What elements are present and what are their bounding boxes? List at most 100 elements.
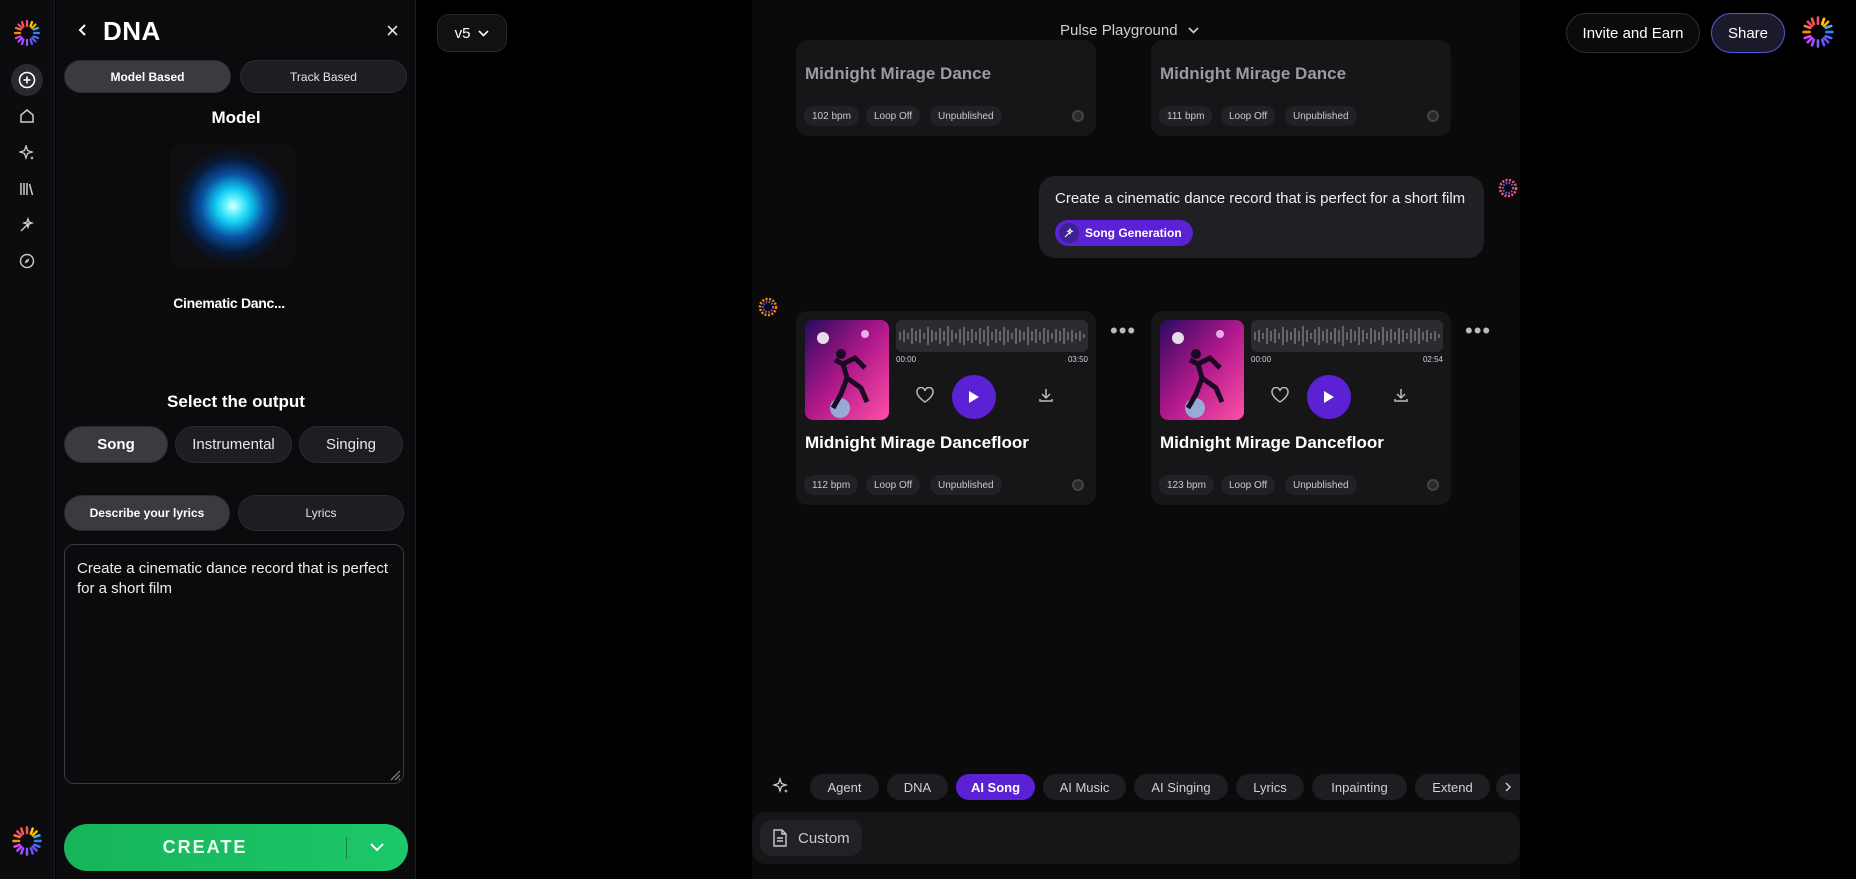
back-chevron-icon[interactable] bbox=[73, 20, 93, 40]
rail-magic-icon[interactable] bbox=[14, 212, 40, 238]
rail-create-icon[interactable] bbox=[11, 64, 43, 96]
tab-inpainting[interactable]: Inpainting bbox=[1312, 774, 1407, 800]
track-name: Midnight Mirage Dancefloor bbox=[805, 433, 1029, 452]
select-radio[interactable] bbox=[1427, 110, 1439, 122]
model-name: Cinematic Danc... bbox=[173, 295, 285, 311]
waveform[interactable] bbox=[896, 320, 1088, 352]
heart-icon[interactable] bbox=[916, 386, 934, 408]
mode-tabs-bar: Agent DNA AI Song AI Music AI Singing Ly… bbox=[752, 766, 1520, 806]
tab-model-based[interactable]: Model Based bbox=[64, 60, 231, 93]
create-options-chevron-icon[interactable] bbox=[347, 843, 407, 852]
select-radio[interactable] bbox=[1427, 479, 1439, 491]
chip-label: Song Generation bbox=[1085, 226, 1182, 240]
track-card[interactable]: Midnight Mirage Dance 102 bpm Loop Off U… bbox=[796, 40, 1096, 136]
model-heading: Model bbox=[211, 108, 261, 127]
waveform[interactable] bbox=[1251, 320, 1443, 352]
output-singing[interactable]: Singing bbox=[299, 426, 403, 463]
more-options-icon[interactable]: ••• bbox=[1110, 318, 1136, 344]
invite-and-earn-button[interactable]: Invite and Earn bbox=[1566, 13, 1700, 53]
more-options-icon[interactable]: ••• bbox=[1465, 318, 1491, 344]
model-thumbnail[interactable] bbox=[170, 143, 296, 269]
status-badge: Unpublished bbox=[1285, 475, 1357, 495]
rail-sparkle-icon[interactable] bbox=[14, 140, 40, 166]
panel-title: DNA bbox=[103, 16, 161, 46]
loop-badge: Loop Off bbox=[866, 106, 921, 126]
rail-compass-icon[interactable] bbox=[14, 248, 40, 274]
track-name: Midnight Mirage Dance bbox=[805, 64, 992, 83]
playground-selector[interactable]: Pulse Playground bbox=[1060, 22, 1199, 39]
output-song[interactable]: Song bbox=[64, 426, 168, 463]
download-icon[interactable] bbox=[1393, 387, 1409, 408]
bpm-badge: 111 bpm bbox=[1159, 106, 1213, 126]
tab-extend[interactable]: Extend bbox=[1415, 774, 1490, 800]
tab-ai-song[interactable]: AI Song bbox=[956, 774, 1035, 800]
playground-label: Pulse Playground bbox=[1060, 22, 1178, 39]
loop-badge: Loop Off bbox=[866, 475, 921, 495]
chevron-down-icon bbox=[1188, 27, 1199, 34]
time-start: 00:00 bbox=[1251, 355, 1272, 364]
status-badge: Unpublished bbox=[1285, 106, 1357, 126]
play-button[interactable] bbox=[1307, 375, 1351, 419]
track-name: Midnight Mirage Dancefloor bbox=[1160, 433, 1384, 452]
prompt-textarea[interactable]: Create a cinematic dance record that is … bbox=[64, 544, 404, 784]
tab-agent[interactable]: Agent bbox=[810, 774, 879, 800]
custom-button[interactable]: Custom bbox=[760, 820, 862, 856]
version-label: v5 bbox=[454, 24, 471, 42]
status-badge: Unpublished bbox=[930, 106, 1002, 126]
brand-logo-icon[interactable] bbox=[12, 18, 42, 48]
time-end: 02:54 bbox=[1422, 355, 1443, 364]
status-badge: Unpublished bbox=[930, 475, 1002, 495]
rail-home-icon[interactable] bbox=[14, 103, 40, 129]
model-orb-image bbox=[170, 143, 296, 269]
profile-avatar-icon[interactable] bbox=[1800, 14, 1836, 50]
result-track-card[interactable]: 00:00 03:50 Midnight Mirage Dancefloor 1… bbox=[796, 311, 1096, 505]
track-cover-image bbox=[1160, 320, 1244, 420]
tab-ai-music[interactable]: AI Music bbox=[1043, 774, 1126, 800]
bpm-badge: 102 bpm bbox=[804, 106, 859, 126]
track-name: Midnight Mirage Dance bbox=[1160, 64, 1347, 83]
share-button[interactable]: Share bbox=[1711, 13, 1785, 53]
play-icon bbox=[1324, 391, 1334, 403]
play-button[interactable] bbox=[952, 375, 996, 419]
dna-panel: DNA Model Based Track Based Model Cinema… bbox=[56, 0, 416, 879]
tab-dna[interactable]: DNA bbox=[887, 774, 948, 800]
tab-lyrics[interactable]: Lyrics bbox=[238, 495, 404, 531]
prompt-text: Create a cinematic dance record that is … bbox=[77, 560, 388, 597]
song-generation-chip[interactable]: Song Generation bbox=[1055, 220, 1193, 246]
heart-icon[interactable] bbox=[1271, 386, 1289, 408]
resize-handle-icon[interactable] bbox=[387, 767, 401, 781]
prompt-input-bar[interactable]: Custom bbox=[752, 812, 1520, 864]
left-rail bbox=[0, 0, 55, 879]
select-radio[interactable] bbox=[1072, 110, 1084, 122]
user-message-text: Create a cinematic dance record that is … bbox=[1055, 190, 1466, 207]
tab-track-based[interactable]: Track Based bbox=[240, 60, 407, 93]
close-icon[interactable] bbox=[382, 20, 402, 40]
result-track-card[interactable]: 00:00 02:54 Midnight Mirage Dancefloor 1… bbox=[1151, 311, 1451, 505]
tab-lyrics[interactable]: Lyrics bbox=[1236, 774, 1304, 800]
output-heading: Select the output bbox=[167, 392, 305, 411]
track-cover-image bbox=[805, 320, 889, 420]
download-icon[interactable] bbox=[1038, 387, 1054, 408]
scroll-right-chevron-icon[interactable] bbox=[1496, 774, 1520, 800]
tab-ai-singing[interactable]: AI Singing bbox=[1134, 774, 1228, 800]
custom-label: Custom bbox=[798, 829, 850, 847]
wand-icon bbox=[1059, 223, 1079, 243]
document-icon bbox=[773, 829, 787, 847]
sparkle-tools-icon[interactable] bbox=[771, 776, 790, 800]
output-instrumental[interactable]: Instrumental bbox=[175, 426, 292, 463]
play-icon bbox=[969, 391, 979, 403]
create-button[interactable]: CREATE bbox=[64, 824, 408, 871]
tab-describe-lyrics[interactable]: Describe your lyrics bbox=[64, 495, 230, 531]
bpm-badge: 112 bpm bbox=[804, 475, 859, 495]
loop-badge: Loop Off bbox=[1221, 106, 1276, 126]
rail-library-icon[interactable] bbox=[14, 176, 40, 202]
select-radio[interactable] bbox=[1072, 479, 1084, 491]
track-card[interactable]: Midnight Mirage Dance 111 bpm Loop Off U… bbox=[1151, 40, 1451, 136]
assistant-avatar-icon bbox=[758, 297, 778, 317]
bottom-brand-logo-icon[interactable] bbox=[10, 824, 44, 858]
user-message-bubble: Create a cinematic dance record that is … bbox=[1039, 176, 1484, 258]
time-start: 00:00 bbox=[896, 355, 917, 364]
create-label: CREATE bbox=[162, 837, 248, 857]
bpm-badge: 123 bpm bbox=[1159, 475, 1214, 495]
version-select[interactable]: v5 bbox=[437, 14, 507, 52]
